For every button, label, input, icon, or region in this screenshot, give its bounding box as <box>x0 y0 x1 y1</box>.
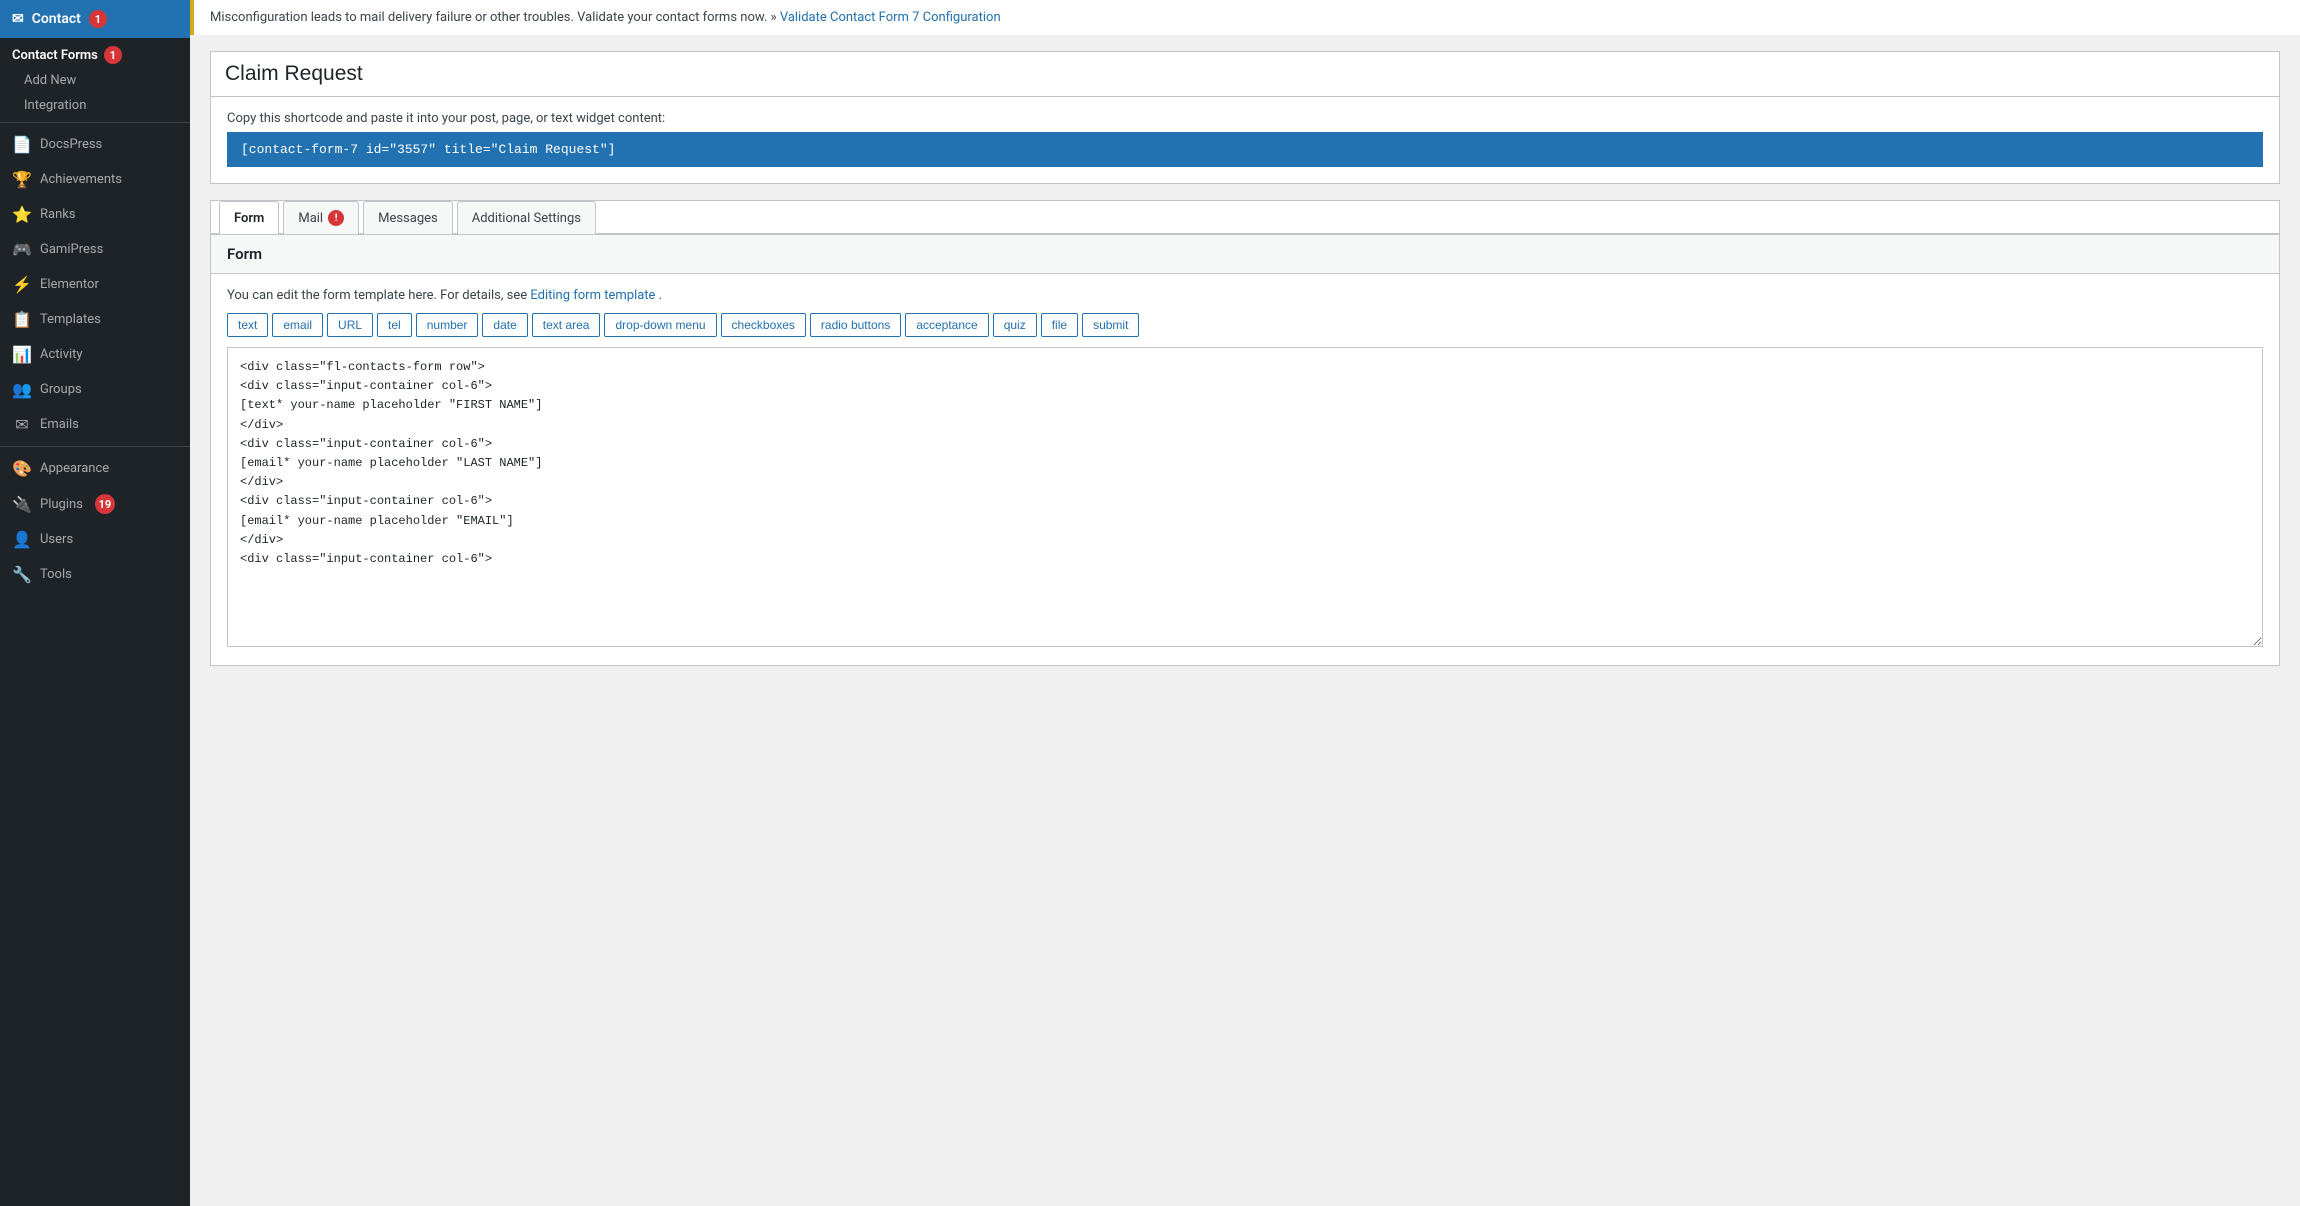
tag-button-radio-buttons[interactable]: radio buttons <box>810 313 901 337</box>
groups-icon: 👥 <box>12 380 32 399</box>
sidebar-item-users[interactable]: 👤 Users <box>0 522 190 557</box>
tag-button-submit[interactable]: submit <box>1082 313 1139 337</box>
tab-messages-label: Messages <box>378 211 438 226</box>
sidebar-item-ranks[interactable]: ⭐ Ranks <box>0 197 190 232</box>
sidebar: ✉ Contact 1 Contact Forms 1 Add New Inte… <box>0 0 190 1206</box>
sidebar-item-achievements[interactable]: 🏆 Achievements <box>0 162 190 197</box>
main-content: Misconfiguration leads to mail delivery … <box>190 0 2300 1206</box>
docspress-icon: 📄 <box>12 135 32 154</box>
sidebar-item-plugins[interactable]: 🔌 Plugins 19 <box>0 486 190 522</box>
shortcode-label: Copy this shortcode and paste it into yo… <box>227 111 2263 126</box>
tab-form-label: Form <box>234 211 264 226</box>
tag-button-number[interactable]: number <box>416 313 479 337</box>
contact-icon: ✉ <box>12 11 24 27</box>
activity-icon: 📊 <box>12 345 32 364</box>
users-label: Users <box>40 532 73 547</box>
sidebar-contact-forms[interactable]: Contact Forms 1 <box>0 38 190 68</box>
tag-button-drop-down-menu[interactable]: drop-down menu <box>604 313 716 337</box>
tools-label: Tools <box>40 567 72 582</box>
ranks-label: Ranks <box>40 207 76 222</box>
gamipress-label: GamiPress <box>40 242 103 257</box>
code-editor[interactable] <box>227 347 2263 647</box>
appearance-label: Appearance <box>40 461 109 476</box>
plugins-label: Plugins <box>40 497 83 512</box>
tabs-bar: Form Mail ! Messages Additional Settings <box>211 201 2279 234</box>
tag-button-quiz[interactable]: quiz <box>993 313 1037 337</box>
sidebar-item-templates[interactable]: 📋 Templates <box>0 302 190 337</box>
gamipress-icon: 🎮 <box>12 240 32 259</box>
emails-icon: ✉ <box>12 415 32 434</box>
contact-forms-badge: 1 <box>104 46 122 64</box>
tag-button-tel[interactable]: tel <box>377 313 412 337</box>
tab-mail[interactable]: Mail ! <box>283 201 359 234</box>
achievements-label: Achievements <box>40 172 122 187</box>
tab-mail-label: Mail <box>298 211 323 226</box>
templates-icon: 📋 <box>12 310 32 329</box>
sidebar-header[interactable]: ✉ Contact 1 <box>0 0 190 38</box>
form-edit-desc-pre: You can edit the form template here. For… <box>227 288 527 303</box>
elementor-icon: ⚡ <box>12 275 32 294</box>
docspress-label: DocsPress <box>40 137 102 152</box>
groups-label: Groups <box>40 382 82 397</box>
ranks-icon: ⭐ <box>12 205 32 224</box>
warning-text: Misconfiguration leads to mail delivery … <box>210 10 777 25</box>
warning-link[interactable]: Validate Contact Form 7 Configuration <box>780 10 1001 25</box>
sidebar-item-groups[interactable]: 👥 Groups <box>0 372 190 407</box>
achievements-icon: 🏆 <box>12 170 32 189</box>
tab-additional-settings-label: Additional Settings <box>472 211 581 226</box>
tag-button-acceptance[interactable]: acceptance <box>905 313 988 337</box>
tab-messages[interactable]: Messages <box>363 201 453 234</box>
tabs-container: Form Mail ! Messages Additional Settings <box>210 200 2280 234</box>
sidebar-item-gamipress[interactable]: 🎮 GamiPress <box>0 232 190 267</box>
appearance-icon: 🎨 <box>12 459 32 478</box>
form-section-header: Form <box>211 235 2279 274</box>
tag-button-url[interactable]: URL <box>327 313 373 337</box>
sidebar-item-emails[interactable]: ✉ Emails <box>0 407 190 442</box>
shortcode-section: Copy this shortcode and paste it into yo… <box>210 97 2280 184</box>
tag-button-checkboxes[interactable]: checkboxes <box>721 313 806 337</box>
sidebar-item-appearance[interactable]: 🎨 Appearance <box>0 451 190 486</box>
sidebar-divider-1 <box>0 122 190 123</box>
emails-label: Emails <box>40 417 79 432</box>
sidebar-item-tools[interactable]: 🔧 Tools <box>0 557 190 592</box>
plugins-badge: 19 <box>95 494 115 514</box>
users-icon: 👤 <box>12 530 32 549</box>
tab-content: Form You can edit the form template here… <box>210 234 2280 666</box>
sidebar-item-docspress[interactable]: 📄 DocsPress <box>0 127 190 162</box>
form-section-body: You can edit the form template here. For… <box>211 274 2279 665</box>
sidebar-header-badge: 1 <box>89 10 107 28</box>
plugins-icon: 🔌 <box>12 495 32 514</box>
form-edit-description: You can edit the form template here. For… <box>227 288 2263 303</box>
tools-icon: 🔧 <box>12 565 32 584</box>
form-title-input[interactable] <box>211 52 2279 96</box>
sidebar-add-new[interactable]: Add New <box>0 68 190 93</box>
sidebar-header-label: Contact <box>32 11 81 27</box>
contact-forms-label: Contact Forms <box>12 48 98 63</box>
activity-label: Activity <box>40 347 83 362</box>
editing-form-template-link[interactable]: Editing form template <box>530 288 655 303</box>
form-edit-desc-post: . <box>659 288 662 303</box>
content-area: Copy this shortcode and paste it into yo… <box>190 35 2300 1206</box>
sidebar-divider-2 <box>0 446 190 447</box>
warning-banner: Misconfiguration leads to mail delivery … <box>190 0 2300 35</box>
tab-form[interactable]: Form <box>219 201 279 234</box>
tab-additional-settings[interactable]: Additional Settings <box>457 201 596 234</box>
tag-button-email[interactable]: email <box>272 313 323 337</box>
tag-button-date[interactable]: date <box>482 313 527 337</box>
tag-button-file[interactable]: file <box>1041 313 1078 337</box>
tag-buttons: textemailURLtelnumberdatetext areadrop-d… <box>227 313 2263 337</box>
tag-button-text[interactable]: text <box>227 313 268 337</box>
form-title-section <box>210 51 2280 97</box>
sidebar-item-elementor[interactable]: ⚡ Elementor <box>0 267 190 302</box>
sidebar-item-activity[interactable]: 📊 Activity <box>0 337 190 372</box>
templates-label: Templates <box>40 312 101 327</box>
elementor-label: Elementor <box>40 277 99 292</box>
shortcode-box[interactable]: [contact-form-7 id="3557" title="Claim R… <box>227 132 2263 167</box>
tab-mail-badge: ! <box>328 210 344 226</box>
sidebar-integration[interactable]: Integration <box>0 93 190 118</box>
tag-button-text-area[interactable]: text area <box>532 313 601 337</box>
